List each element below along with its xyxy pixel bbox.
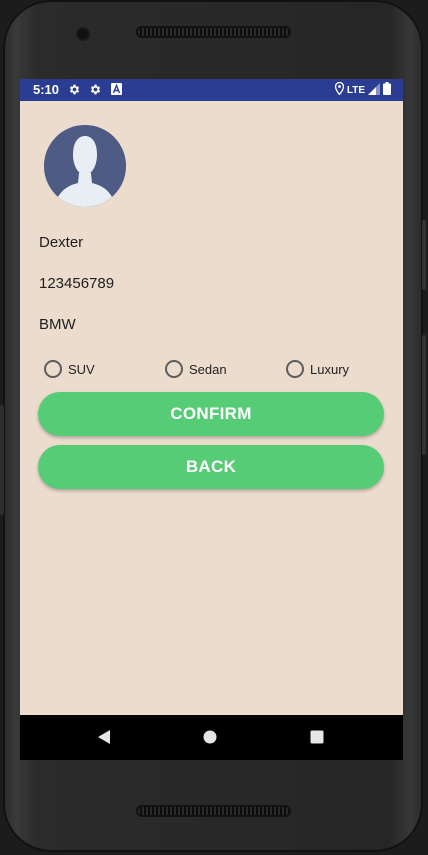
driver-name: Dexter bbox=[39, 234, 84, 251]
radio-circle-icon[interactable] bbox=[44, 360, 62, 378]
bottom-speaker bbox=[136, 805, 291, 817]
radio-suv[interactable]: SUV bbox=[44, 360, 95, 378]
location-icon bbox=[334, 81, 344, 98]
app-screen: 5:10 LTE Dexter 123456789 BMW SUV Sedan … bbox=[20, 79, 403, 760]
back-triangle-icon[interactable] bbox=[97, 729, 111, 750]
radio-luxury-label: Luxury bbox=[310, 361, 350, 377]
radio-sedan[interactable]: Sedan bbox=[165, 360, 227, 378]
user-avatar-icon bbox=[44, 125, 126, 207]
earpiece-speaker bbox=[136, 26, 291, 38]
gear-icon bbox=[68, 83, 81, 99]
status-time: 5:10 bbox=[33, 82, 60, 97]
radio-suv-label: SUV bbox=[68, 361, 95, 377]
navigation-bar bbox=[20, 715, 403, 760]
radio-luxury[interactable]: Luxury bbox=[286, 360, 349, 378]
radio-circle-icon[interactable] bbox=[165, 360, 183, 378]
network-type: LTE bbox=[346, 84, 365, 96]
gear-icon bbox=[89, 83, 102, 99]
battery-icon bbox=[383, 82, 391, 98]
front-camera bbox=[78, 29, 88, 39]
signal-icon bbox=[368, 82, 380, 98]
confirm-button[interactable]: CONFIRM bbox=[38, 392, 384, 436]
home-circle-icon[interactable] bbox=[203, 730, 217, 749]
driver-phone: 123456789 bbox=[39, 275, 115, 292]
status-bar: 5:10 LTE bbox=[20, 79, 403, 101]
radio-sedan-label: Sedan bbox=[189, 361, 227, 377]
radio-circle-icon[interactable] bbox=[286, 360, 304, 378]
power-button bbox=[422, 220, 426, 290]
side-edge bbox=[0, 405, 4, 515]
recents-square-icon[interactable] bbox=[310, 730, 324, 749]
volume-button bbox=[422, 335, 426, 455]
vehicle-type-radio-group: SUV Sedan Luxury bbox=[44, 360, 384, 382]
car-model: BMW bbox=[39, 316, 76, 333]
back-button[interactable]: BACK bbox=[38, 445, 384, 489]
a-icon bbox=[111, 83, 122, 98]
